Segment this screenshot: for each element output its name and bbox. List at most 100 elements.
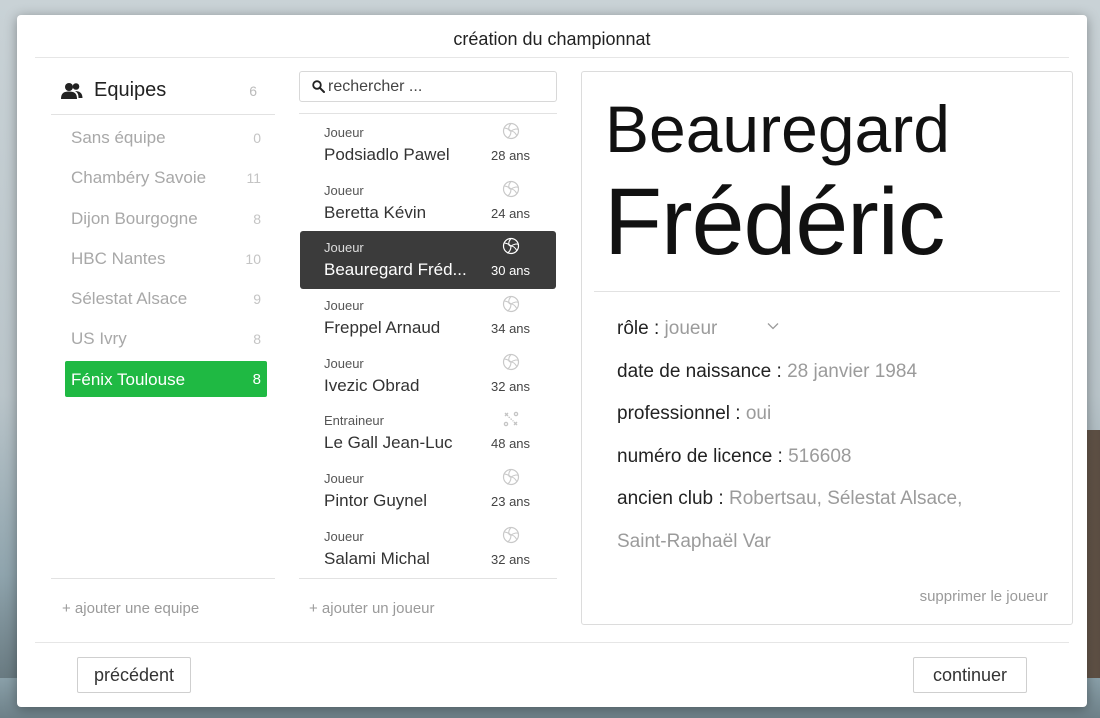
player-age: 30 ans: [491, 263, 531, 279]
player-name: Salami Michal: [324, 548, 430, 568]
role-field[interactable]: rôle : joueur: [617, 318, 779, 340]
search-icon: [312, 80, 325, 93]
player-name: Freppel Arnaud: [324, 318, 441, 338]
player-row[interactable]: Joueur Beretta Kévin 24 ans: [299, 174, 557, 232]
dialog-title: création du championnat: [453, 29, 651, 49]
teams-count: 6: [249, 83, 257, 99]
users-icon: [61, 83, 83, 99]
birth-date-label: date de naissance :: [617, 361, 788, 382]
ball-icon: [502, 295, 520, 313]
divider: [35, 642, 1069, 643]
team-count: 11: [246, 170, 261, 187]
chevron-down-icon[interactable]: [767, 320, 779, 332]
player-role: Entraineur: [324, 413, 384, 429]
divider: [35, 57, 1069, 58]
ball-icon: [502, 180, 520, 198]
player-age: 32 ans: [491, 551, 531, 567]
player-name: Ivezic Obrad: [324, 375, 420, 395]
player-row[interactable]: Joueur Podsiadlo Pawel 28 ans: [299, 116, 557, 174]
player-first-name: Frédéric: [604, 169, 945, 275]
team-count: 10: [245, 250, 261, 267]
former-club-value-continued[interactable]: Saint-Raphaël Var: [617, 531, 771, 553]
player-role: Joueur: [324, 355, 364, 371]
teams-header: Equipes 6: [51, 71, 275, 115]
ball-icon: [502, 468, 520, 486]
player-age: 32 ans: [491, 378, 531, 394]
ball-icon: [502, 237, 520, 255]
team-name: Sélestat Alsace: [71, 289, 188, 309]
license-value[interactable]: 516608: [788, 446, 851, 467]
player-detail: Beauregard Frédéric rôle : joueur date d…: [581, 71, 1073, 625]
divider: [299, 113, 557, 114]
team-name: Chambéry Savoie: [71, 168, 207, 188]
professional-label: professionnel :: [617, 403, 746, 424]
player-list: Joueur Podsiadlo Pawel 28 ans Joueur Beretta…: [299, 116, 557, 577]
ball-icon: [502, 526, 520, 544]
player-role: Joueur: [324, 240, 364, 256]
team-item[interactable]: Dijon Bourgogne 8: [65, 198, 267, 238]
divider: [299, 578, 557, 579]
team-name: Fénix Toulouse: [71, 369, 186, 389]
team-list: Sans équipe 0 Chambéry Savoie 11 Dijon B…: [51, 115, 275, 397]
professional-value[interactable]: oui: [746, 403, 771, 424]
team-name: HBC Nantes: [71, 248, 166, 268]
former-club-field: ancien club : Robertsau, Sélestat Alsace…: [617, 488, 962, 510]
player-row[interactable]: Joueur Freppel Arnaud 34 ans: [299, 289, 557, 347]
player-role: Joueur: [324, 298, 364, 314]
ball-icon: [502, 122, 520, 140]
player-age: 34 ans: [491, 321, 531, 337]
license-label: numéro de licence :: [617, 446, 789, 467]
add-team-button[interactable]: + ajouter une equipe: [62, 600, 199, 617]
team-name: US Ivry: [71, 329, 127, 349]
team-item[interactable]: Sans équipe 0: [65, 117, 267, 157]
player-age: 48 ans: [491, 436, 531, 452]
previous-button[interactable]: précédent: [77, 657, 191, 693]
player-age: 24 ans: [491, 205, 531, 221]
role-label: rôle :: [617, 318, 665, 339]
team-count: 0: [253, 130, 261, 146]
team-count: 8: [253, 331, 261, 348]
player-role: Joueur: [324, 182, 364, 198]
player-name: Le Gall Jean-Luc: [324, 433, 453, 453]
player-row[interactable]: Joueur Ivezic Obrad 32 ans: [299, 347, 557, 405]
player-row[interactable]: Joueur Pintor Guynel 23 ans: [299, 462, 557, 520]
player-age: 23 ans: [491, 493, 531, 509]
search-input[interactable]: [328, 75, 548, 99]
player-search: [299, 71, 557, 102]
player-role: Joueur: [324, 470, 364, 486]
player-name: Beretta Kévin: [324, 202, 427, 222]
professional-field: professionnel : oui: [617, 403, 771, 425]
birth-date-value[interactable]: 28 janvier 1984: [787, 361, 917, 382]
player-row-selected[interactable]: Joueur Beauregard Fréd... 30 ans: [300, 231, 556, 290]
add-player-button[interactable]: + ajouter un joueur: [309, 600, 435, 617]
team-count: 8: [253, 210, 261, 227]
ball-icon: [502, 353, 520, 371]
player-role: Joueur: [324, 528, 364, 544]
team-item[interactable]: US Ivry 8: [65, 318, 267, 358]
team-name: Dijon Bourgogne: [71, 208, 198, 228]
player-row[interactable]: Entraineur Le Gall Jean-Luc 48 ans: [299, 404, 557, 462]
divider: [594, 291, 1060, 292]
team-item[interactable]: Chambéry Savoie 11: [65, 157, 267, 197]
divider: [51, 578, 275, 579]
role-select[interactable]: joueur: [665, 318, 718, 339]
former-club-label: ancien club :: [617, 488, 729, 509]
player-name: Beauregard Fréd...: [324, 260, 467, 280]
player-last-name: Beauregard: [605, 92, 950, 166]
delete-player-button[interactable]: supprimer le joueur: [920, 588, 1048, 605]
team-item-selected[interactable]: Fénix Toulouse 8: [65, 360, 267, 397]
team-count: 9: [253, 291, 261, 308]
player-role: Joueur: [324, 125, 364, 140]
continue-button[interactable]: continuer: [913, 657, 1027, 693]
player-row[interactable]: Joueur Salami Michal 32 ans: [299, 520, 557, 578]
teams-panel: Equipes 6 Sans équipe 0 Chambéry Savoie …: [51, 71, 275, 397]
team-item[interactable]: HBC Nantes 10: [65, 238, 267, 278]
player-name: Podsiadlo Pawel: [324, 145, 450, 164]
player-age: 28 ans: [491, 148, 531, 163]
former-club-value[interactable]: Robertsau, Sélestat Alsace,: [729, 488, 962, 509]
team-name: Sans équipe: [71, 128, 166, 147]
player-name: Pintor Guynel: [324, 490, 427, 510]
team-count: 8: [252, 370, 261, 388]
championship-dialog: création du championnat Equipes 6 Sans é…: [17, 15, 1087, 707]
team-item[interactable]: Sélestat Alsace 9: [65, 278, 267, 318]
